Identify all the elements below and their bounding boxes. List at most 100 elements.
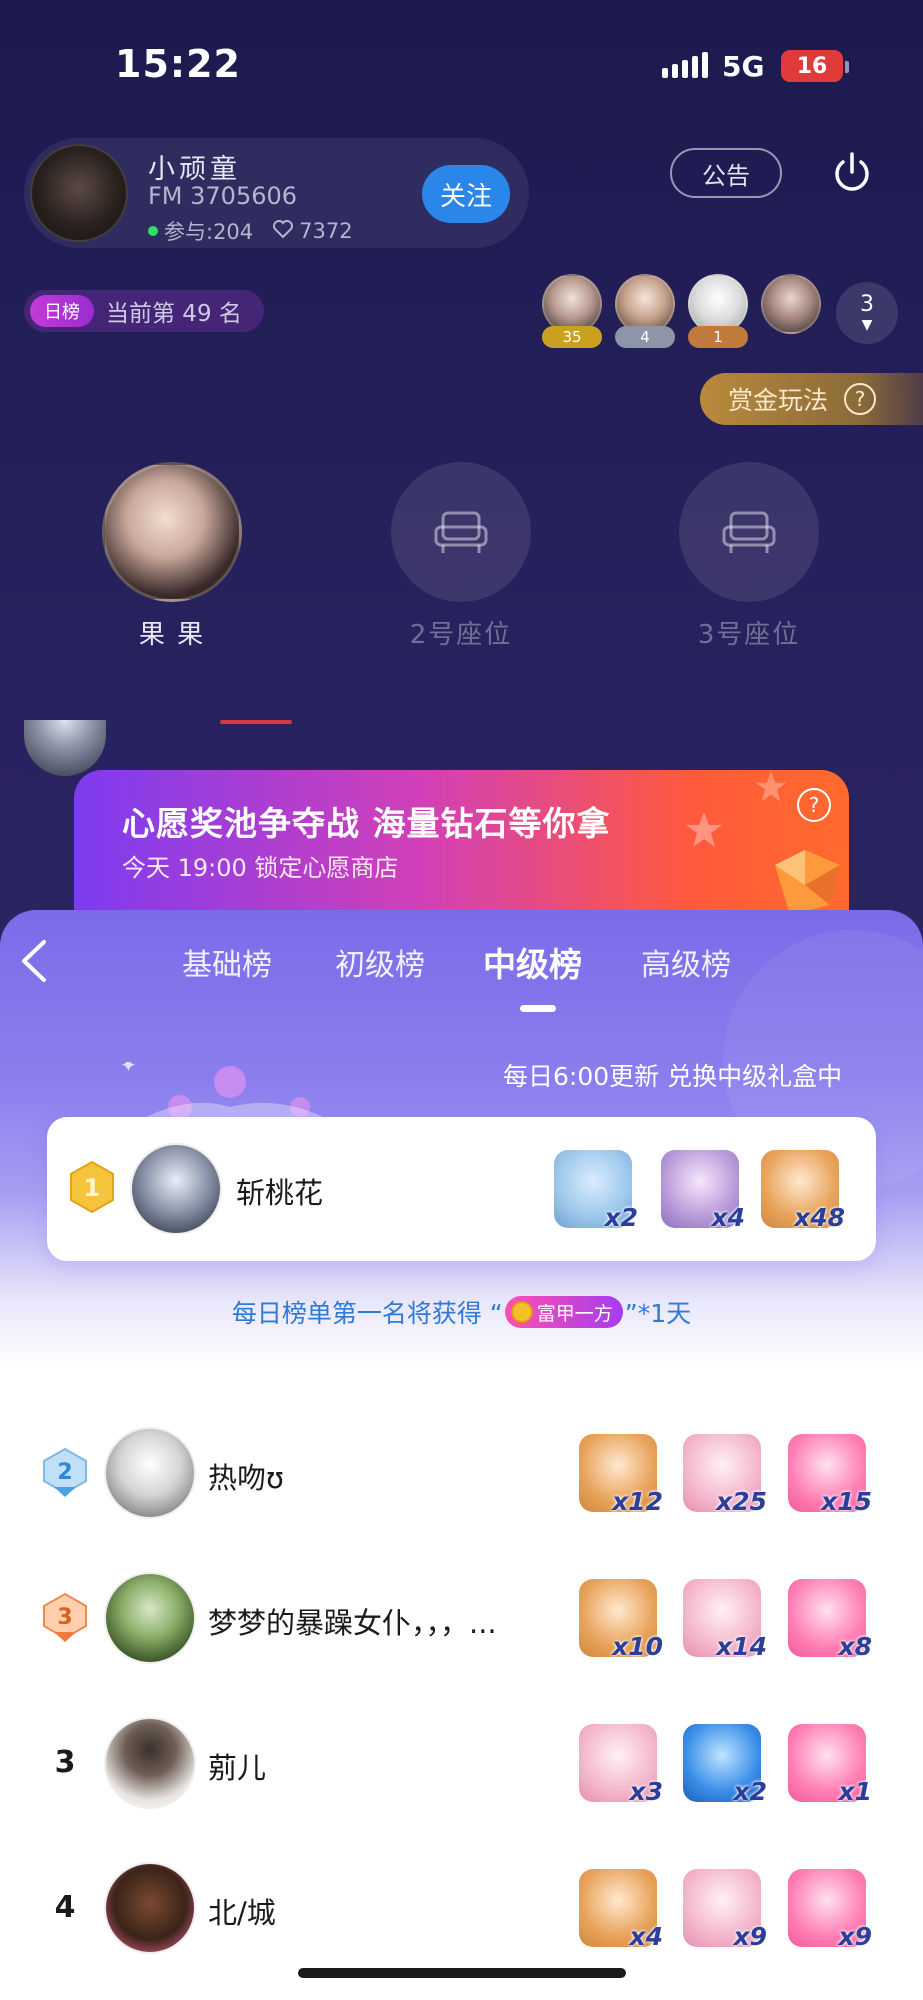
gift-count: x48 bbox=[794, 1203, 845, 1232]
tab-intermediate[interactable]: 中级榜 bbox=[483, 938, 582, 986]
silver-medal-icon: 2 bbox=[43, 1447, 87, 1497]
contributor-badge: 4 bbox=[615, 326, 675, 348]
gift-count: x14 bbox=[716, 1632, 767, 1661]
notice-button[interactable]: 公告 bbox=[670, 148, 782, 198]
row-avatar[interactable] bbox=[104, 1862, 196, 1954]
reward-badge-label: 富甲一方 bbox=[536, 1302, 613, 1325]
reward-prefix: 每日榜单第一名将获得 “ bbox=[231, 1299, 503, 1328]
gift-count: x8 bbox=[838, 1632, 872, 1661]
contributor-badge: 1 bbox=[688, 326, 748, 348]
leaderboard-row[interactable]: 3 梦梦的暴躁女仆，，，... x10 x14 x8 bbox=[0, 1558, 923, 1678]
help-icon: ? bbox=[844, 383, 877, 415]
seat-2[interactable] bbox=[391, 462, 531, 602]
contributor-avatar bbox=[688, 274, 748, 334]
row-rank: 3 bbox=[57, 1605, 72, 1630]
top-contributor-4[interactable] bbox=[761, 274, 821, 334]
daily-reward-notice: 每日榜单第一名将获得 “ 富甲一方 ”*1天 bbox=[0, 1294, 923, 1330]
gift-count: x1 bbox=[838, 1777, 872, 1806]
contributor-avatar bbox=[542, 274, 602, 334]
contributor-avatar bbox=[761, 274, 821, 334]
leaderboard-row[interactable]: 3 莂儿 x3 x2 x1 bbox=[0, 1703, 923, 1823]
pink-bear-gift-icon: x3 bbox=[573, 1718, 663, 1808]
gold-medal-icon: 1 bbox=[70, 1160, 114, 1214]
coin-icon bbox=[510, 1301, 533, 1323]
row-rank: 4 bbox=[54, 1890, 76, 1925]
chat-accent bbox=[220, 720, 292, 724]
seat-3-label: 3号座位 bbox=[697, 620, 801, 650]
seat-1-avatar[interactable] bbox=[102, 462, 242, 602]
banner-title: 心愿奖池争夺战 海量钻石等你拿 bbox=[122, 804, 611, 843]
reward-badge: 富甲一方 bbox=[504, 1296, 623, 1328]
host-stats: 参与:204 7372 bbox=[148, 216, 353, 246]
bounty-label: 赏金玩法 bbox=[728, 386, 829, 415]
tab-basic[interactable]: 基础榜 bbox=[182, 940, 272, 984]
battery-level: 16 bbox=[796, 53, 828, 79]
daily-rank-pill[interactable]: 日榜 当前第 49 名 bbox=[24, 290, 264, 332]
seat-2-label: 2号座位 bbox=[409, 620, 513, 650]
daily-rank-text: 当前第 49 名 bbox=[106, 301, 242, 327]
bronze-medal-icon: 3 bbox=[43, 1592, 87, 1642]
first-rank-number: 1 bbox=[84, 1174, 101, 1202]
bounty-button[interactable]: 赏金玩法 ? bbox=[700, 373, 923, 425]
bear-envelope-gift-icon: x10 bbox=[573, 1573, 663, 1663]
gift-count: x10 bbox=[612, 1632, 663, 1661]
contributor-badge: 35 bbox=[542, 326, 602, 348]
chevron-down-icon: ▼ bbox=[861, 317, 873, 333]
row-avatar[interactable] bbox=[104, 1717, 196, 1809]
heart-icon bbox=[273, 219, 294, 243]
seat-1-label: 果 果 bbox=[138, 620, 206, 650]
pink-bear-gift-icon: x9 bbox=[677, 1863, 767, 1953]
gift-count: x2 bbox=[733, 1777, 767, 1806]
row-name: 北/城 bbox=[208, 1896, 276, 1930]
bear-envelope-gift-icon: x48 bbox=[755, 1144, 845, 1234]
first-place-name: 斩桃花 bbox=[236, 1176, 324, 1210]
network-type: 5G bbox=[722, 50, 765, 83]
gift-count: x25 bbox=[716, 1487, 767, 1516]
heart-balloon-gift-icon: x1 bbox=[782, 1718, 872, 1808]
gift-count: x9 bbox=[838, 1922, 872, 1951]
participant-count: 参与:204 bbox=[164, 220, 254, 244]
host-name: 小顽童 bbox=[148, 154, 241, 185]
online-dot-icon bbox=[148, 226, 158, 236]
top-contributor-3[interactable]: 1 bbox=[688, 274, 748, 348]
magic-book-gift-icon: x2 bbox=[677, 1718, 767, 1808]
power-icon[interactable] bbox=[829, 150, 875, 196]
star-icon bbox=[686, 812, 722, 847]
row-avatar[interactable] bbox=[104, 1427, 196, 1519]
reward-suffix: ”*1天 bbox=[624, 1299, 692, 1328]
top-contributor-2[interactable]: 4 bbox=[615, 274, 675, 348]
sofa-icon bbox=[722, 511, 776, 553]
gift-count: x12 bbox=[612, 1487, 663, 1516]
gift-count: x2 bbox=[604, 1203, 638, 1232]
tab-advanced[interactable]: 高级榜 bbox=[641, 940, 731, 984]
first-place-avatar[interactable] bbox=[130, 1143, 222, 1235]
active-tab-indicator bbox=[520, 1005, 556, 1012]
row-name: 热吻ʊ bbox=[208, 1461, 284, 1495]
row-avatar[interactable] bbox=[104, 1572, 196, 1664]
more-contributors-button[interactable]: 3 ▼ bbox=[836, 282, 898, 344]
status-time: 15:22 bbox=[115, 42, 241, 86]
bear-envelope-gift-icon: x12 bbox=[573, 1428, 663, 1518]
wish-pool-banner[interactable] bbox=[74, 770, 849, 920]
help-icon[interactable]: ? bbox=[797, 788, 831, 822]
pink-bear-gift-icon: x14 bbox=[677, 1573, 767, 1663]
row-name: 梦梦的暴躁女仆，，，... bbox=[208, 1606, 497, 1640]
home-indicator[interactable] bbox=[298, 1968, 626, 1978]
wedding-couple-gift-icon: x4 bbox=[655, 1144, 745, 1234]
star-icon bbox=[755, 771, 787, 802]
top-contributor-1[interactable]: 35 bbox=[542, 274, 602, 348]
follow-button[interactable]: 关注 bbox=[422, 165, 510, 223]
leaderboard-row[interactable]: 4 北/城 x4 x9 x9 bbox=[0, 1848, 923, 1968]
contributor-avatar bbox=[615, 274, 675, 334]
host-avatar[interactable] bbox=[30, 144, 128, 242]
tab-beginner[interactable]: 初级榜 bbox=[335, 940, 425, 984]
chat-avatar bbox=[24, 720, 106, 776]
signal-icon bbox=[662, 52, 708, 78]
row-name: 莂儿 bbox=[208, 1751, 267, 1785]
seat-3[interactable] bbox=[679, 462, 819, 602]
svg-text:✦: ✦ bbox=[120, 1062, 137, 1077]
host-fm-id: FM 3705606 bbox=[148, 182, 298, 210]
gift-count: x4 bbox=[711, 1203, 745, 1232]
leaderboard-row[interactable]: 2 热吻ʊ x12 x25 x15 bbox=[0, 1413, 923, 1533]
back-icon[interactable] bbox=[14, 936, 54, 986]
